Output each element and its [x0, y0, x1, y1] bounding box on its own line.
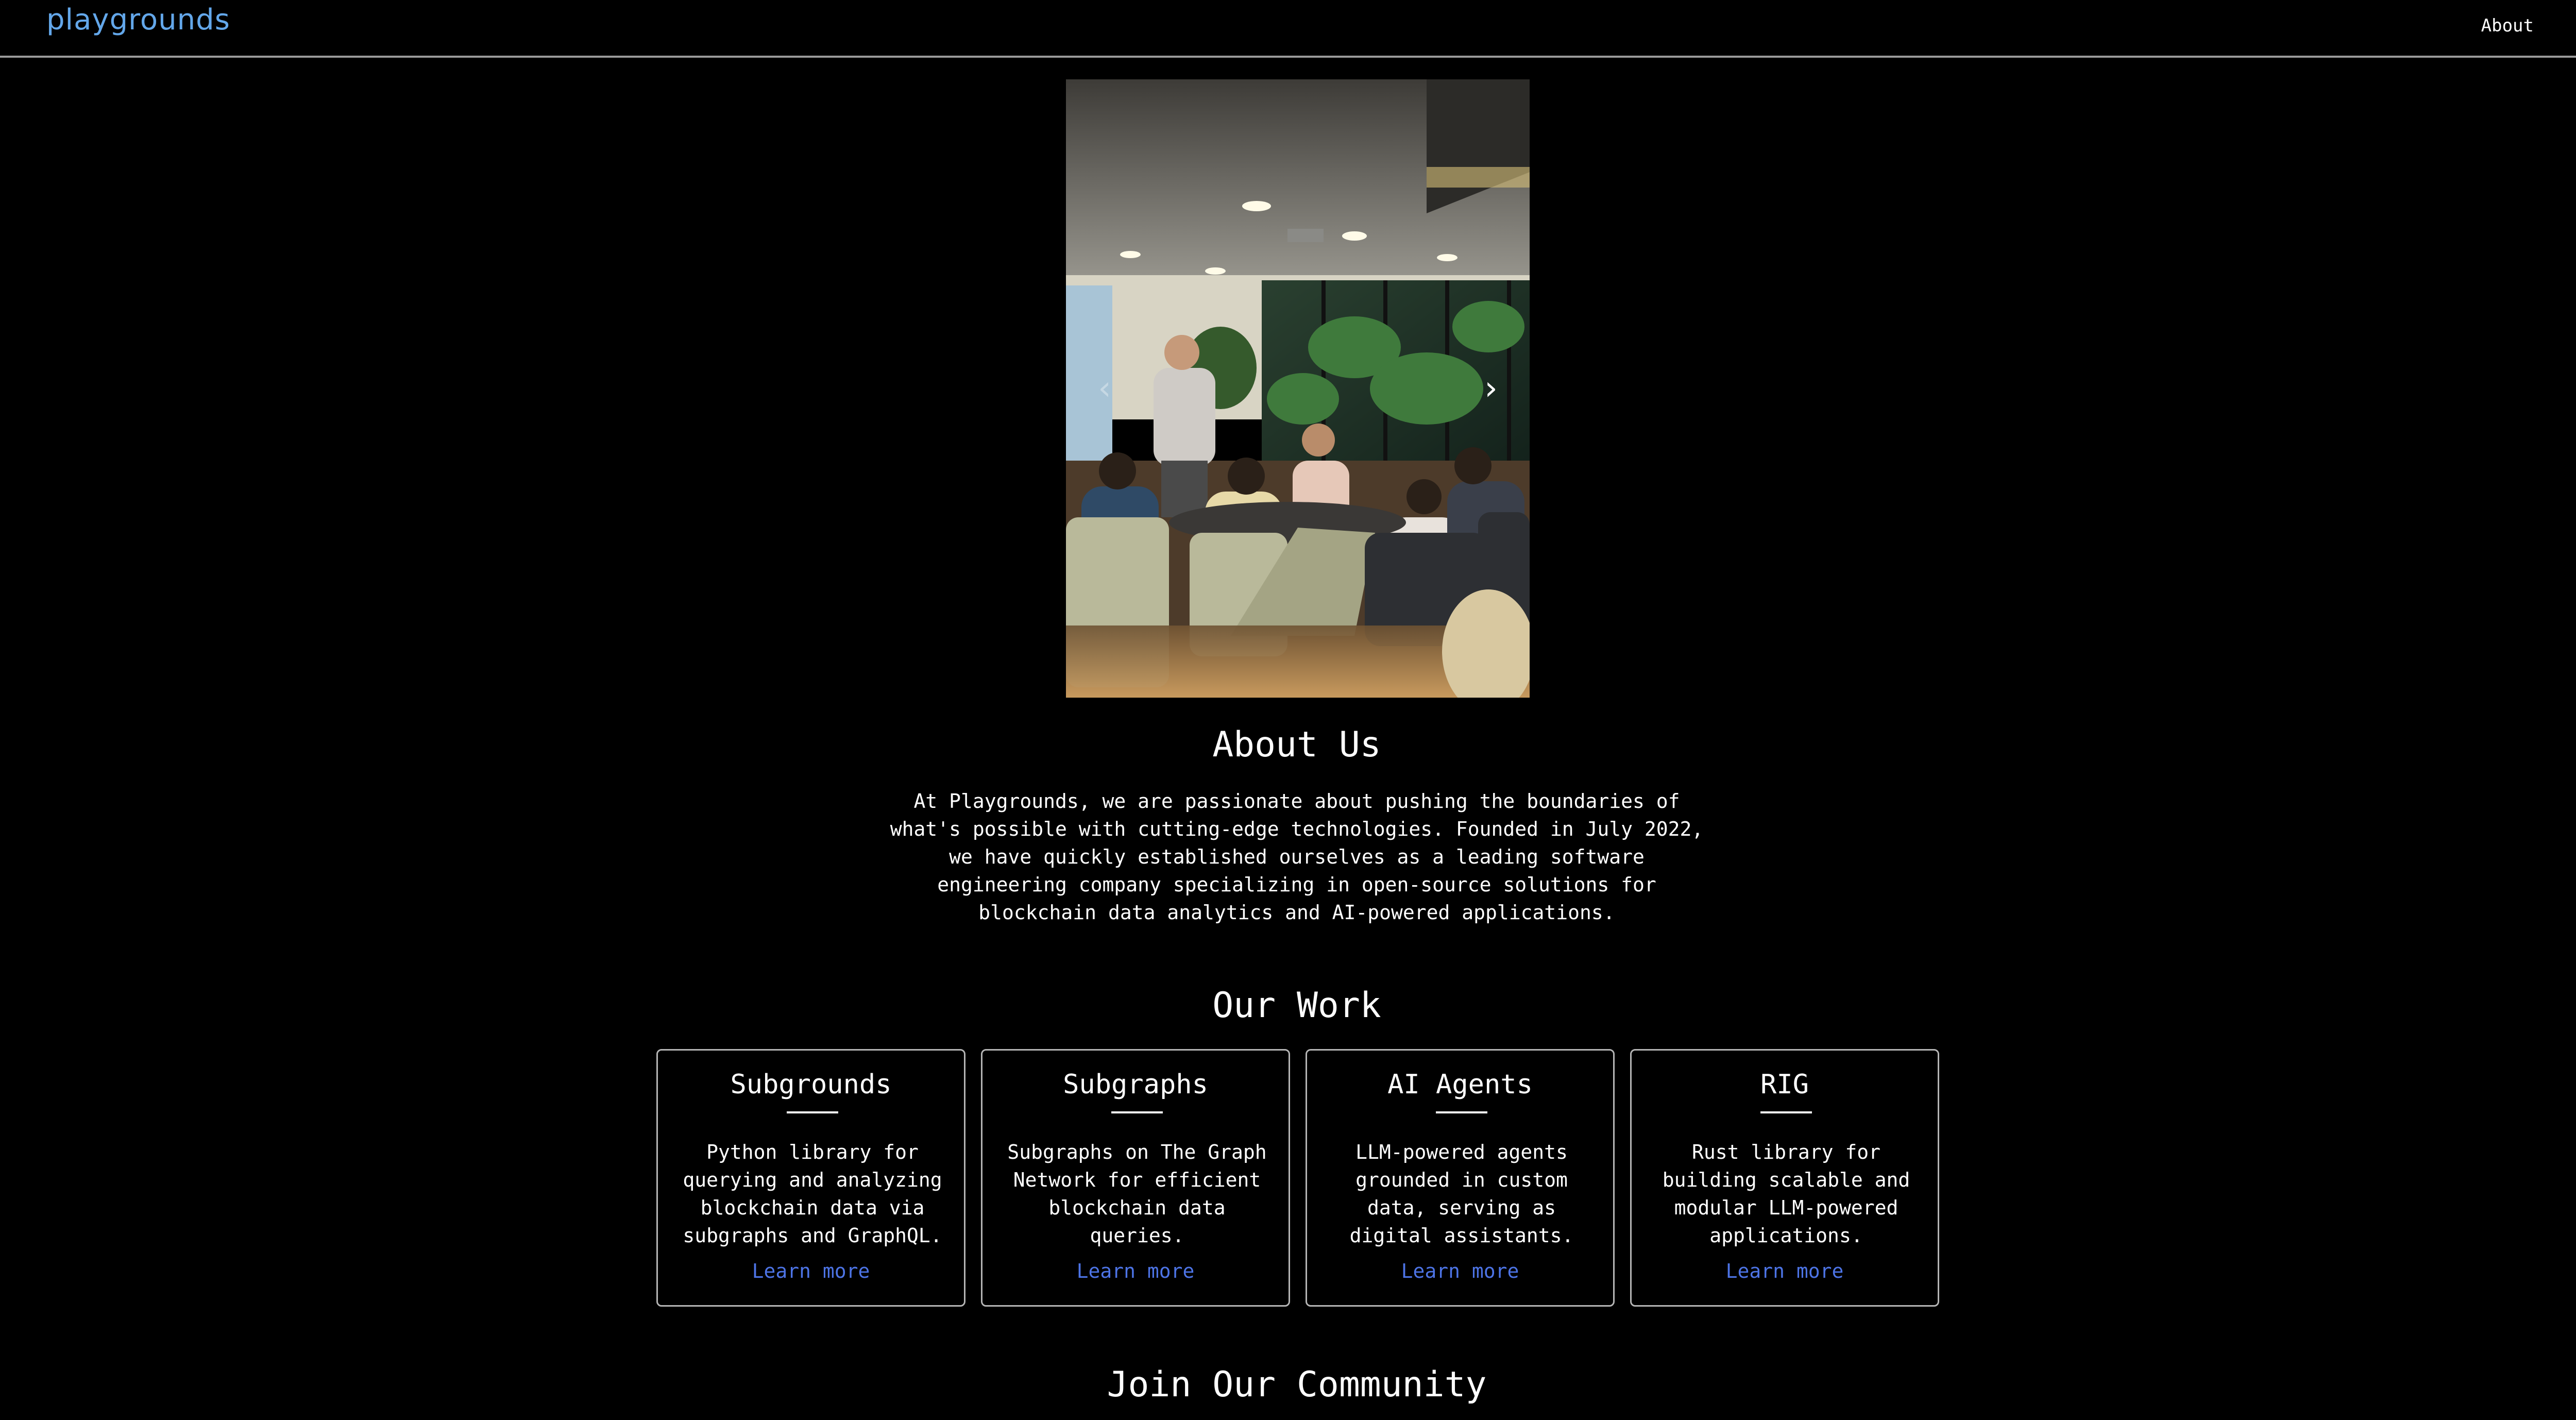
- card-description: Subgraphs on The Graph Network for effic…: [1007, 1141, 1267, 1247]
- about-us-heading: About Us: [1212, 724, 1381, 765]
- work-cards: Subgrounds Python library for querying a…: [656, 1049, 1939, 1307]
- nav-about-link[interactable]: About: [2481, 15, 2534, 36]
- our-work-heading: Our Work: [1212, 985, 1381, 1026]
- card-description: Python library for querying and analyzin…: [683, 1141, 942, 1247]
- card-divider: [1436, 1111, 1487, 1113]
- learn-more-link[interactable]: Learn more: [1307, 1260, 1613, 1282]
- card-ai-agents: AI Agents LLM-powered agents grounded in…: [1306, 1049, 1615, 1307]
- card-divider: [1111, 1111, 1163, 1113]
- join-community-heading: Join Our Community: [1107, 1364, 1487, 1405]
- team-meeting-photo: [1066, 79, 1530, 698]
- card-title: Subgraphs: [1063, 1069, 1208, 1100]
- card-title: AI Agents: [1387, 1069, 1533, 1100]
- card-divider: [787, 1111, 838, 1113]
- playgrounds-logo[interactable]: playgrounds: [46, 3, 230, 37]
- learn-more-link[interactable]: Learn more: [982, 1260, 1289, 1282]
- card-subgrounds: Subgrounds Python library for querying a…: [656, 1049, 965, 1307]
- card-subgraphs: Subgraphs Subgraphs on The Graph Network…: [981, 1049, 1290, 1307]
- card-description: LLM-powered agents grounded in custom da…: [1349, 1141, 1574, 1247]
- about-us-text: At Playgrounds, we are passionate about …: [890, 790, 1704, 924]
- card-title: Subgrounds: [730, 1069, 892, 1100]
- chevron-right-icon: ›: [1484, 369, 1498, 408]
- carousel-next-button[interactable]: ›: [1473, 368, 1509, 409]
- card-description: Rust library for building scalable and m…: [1662, 1141, 1910, 1247]
- card-divider: [1760, 1111, 1812, 1113]
- learn-more-link[interactable]: Learn more: [658, 1260, 964, 1282]
- learn-more-link[interactable]: Learn more: [1632, 1260, 1938, 1282]
- navbar: playgrounds About: [0, 0, 2576, 58]
- card-title: RIG: [1760, 1069, 1809, 1100]
- photo-carousel[interactable]: ‹ ›: [1066, 79, 1530, 698]
- chevron-left-icon: ‹: [1098, 369, 1111, 408]
- carousel-prev-button[interactable]: ‹: [1087, 368, 1123, 409]
- card-rig: RIG Rust library for building scalable a…: [1630, 1049, 1939, 1307]
